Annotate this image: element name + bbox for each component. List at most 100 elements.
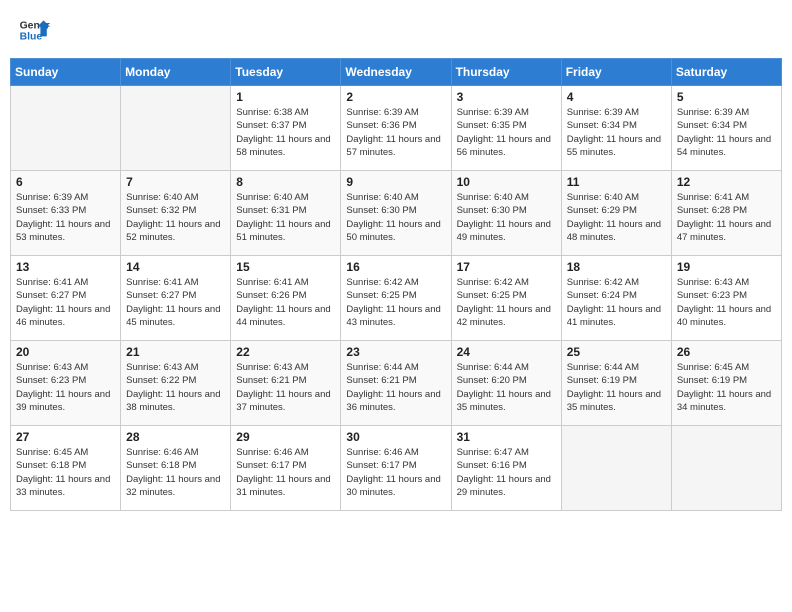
day-info: Sunrise: 6:39 AM Sunset: 6:36 PM Dayligh… xyxy=(346,106,445,159)
calendar-cell: 24 Sunrise: 6:44 AM Sunset: 6:20 PM Dayli… xyxy=(451,341,561,426)
day-info: Sunrise: 6:41 AM Sunset: 6:28 PM Dayligh… xyxy=(677,191,776,244)
day-info: Sunrise: 6:45 AM Sunset: 6:18 PM Dayligh… xyxy=(16,446,115,499)
day-number: 1 xyxy=(236,90,335,104)
calendar-body: 1 Sunrise: 6:38 AM Sunset: 6:37 PM Daylig… xyxy=(11,86,782,511)
day-info: Sunrise: 6:41 AM Sunset: 6:27 PM Dayligh… xyxy=(126,276,225,329)
day-number: 27 xyxy=(16,430,115,444)
day-number: 10 xyxy=(457,175,556,189)
weekday-header-row: SundayMondayTuesdayWednesdayThursdayFrid… xyxy=(11,59,782,86)
calendar-cell: 6 Sunrise: 6:39 AM Sunset: 6:33 PM Daylig… xyxy=(11,171,121,256)
day-number: 20 xyxy=(16,345,115,359)
day-info: Sunrise: 6:43 AM Sunset: 6:22 PM Dayligh… xyxy=(126,361,225,414)
day-info: Sunrise: 6:42 AM Sunset: 6:25 PM Dayligh… xyxy=(346,276,445,329)
day-number: 30 xyxy=(346,430,445,444)
day-number: 18 xyxy=(567,260,666,274)
day-info: Sunrise: 6:46 AM Sunset: 6:17 PM Dayligh… xyxy=(346,446,445,499)
svg-text:Blue: Blue xyxy=(20,32,43,43)
page-header: General Blue xyxy=(10,10,782,50)
calendar-cell: 1 Sunrise: 6:38 AM Sunset: 6:37 PM Daylig… xyxy=(231,86,341,171)
day-number: 2 xyxy=(346,90,445,104)
day-info: Sunrise: 6:40 AM Sunset: 6:31 PM Dayligh… xyxy=(236,191,335,244)
day-number: 21 xyxy=(126,345,225,359)
calendar-cell xyxy=(671,426,781,511)
calendar-cell: 3 Sunrise: 6:39 AM Sunset: 6:35 PM Daylig… xyxy=(451,86,561,171)
day-number: 17 xyxy=(457,260,556,274)
calendar-cell: 8 Sunrise: 6:40 AM Sunset: 6:31 PM Daylig… xyxy=(231,171,341,256)
calendar-cell: 27 Sunrise: 6:45 AM Sunset: 6:18 PM Dayli… xyxy=(11,426,121,511)
day-info: Sunrise: 6:42 AM Sunset: 6:24 PM Dayligh… xyxy=(567,276,666,329)
day-info: Sunrise: 6:46 AM Sunset: 6:18 PM Dayligh… xyxy=(126,446,225,499)
day-info: Sunrise: 6:44 AM Sunset: 6:19 PM Dayligh… xyxy=(567,361,666,414)
day-number: 28 xyxy=(126,430,225,444)
day-number: 9 xyxy=(346,175,445,189)
day-info: Sunrise: 6:42 AM Sunset: 6:25 PM Dayligh… xyxy=(457,276,556,329)
calendar-cell: 9 Sunrise: 6:40 AM Sunset: 6:30 PM Daylig… xyxy=(341,171,451,256)
day-number: 5 xyxy=(677,90,776,104)
day-number: 25 xyxy=(567,345,666,359)
logo-icon: General Blue xyxy=(18,14,50,46)
calendar-cell: 16Sunrise: 6:42 AM Sunset: 6:25 PM Dayli… xyxy=(341,256,451,341)
day-number: 31 xyxy=(457,430,556,444)
calendar-cell: 31 Sunrise: 6:47 AM Sunset: 6:16 PM Dayli… xyxy=(451,426,561,511)
day-info: Sunrise: 6:44 AM Sunset: 6:20 PM Dayligh… xyxy=(457,361,556,414)
calendar-cell: 5Sunrise: 6:39 AM Sunset: 6:34 PM Daylig… xyxy=(671,86,781,171)
calendar-cell: 28 Sunrise: 6:46 AM Sunset: 6:18 PM Dayli… xyxy=(121,426,231,511)
day-info: Sunrise: 6:39 AM Sunset: 6:35 PM Dayligh… xyxy=(457,106,556,159)
day-info: Sunrise: 6:40 AM Sunset: 6:32 PM Dayligh… xyxy=(126,191,225,244)
calendar-cell: 2 Sunrise: 6:39 AM Sunset: 6:36 PM Daylig… xyxy=(341,86,451,171)
calendar-cell: 11 Sunrise: 6:40 AM Sunset: 6:29 PM Dayli… xyxy=(561,171,671,256)
calendar-table: SundayMondayTuesdayWednesdayThursdayFrid… xyxy=(10,58,782,511)
calendar-cell: 21 Sunrise: 6:43 AM Sunset: 6:22 PM Dayli… xyxy=(121,341,231,426)
day-number: 26 xyxy=(677,345,776,359)
calendar-cell xyxy=(561,426,671,511)
weekday-header-cell: Wednesday xyxy=(341,59,451,86)
calendar-cell: 10 Sunrise: 6:40 AM Sunset: 6:30 PM Dayli… xyxy=(451,171,561,256)
day-number: 13 xyxy=(16,260,115,274)
weekday-header-cell: Friday xyxy=(561,59,671,86)
weekday-header-cell: Sunday xyxy=(11,59,121,86)
calendar-cell xyxy=(11,86,121,171)
calendar-week-row: 6 Sunrise: 6:39 AM Sunset: 6:33 PM Daylig… xyxy=(11,171,782,256)
weekday-header-cell: Monday xyxy=(121,59,231,86)
calendar-cell: 14Sunrise: 6:41 AM Sunset: 6:27 PM Dayli… xyxy=(121,256,231,341)
day-number: 11 xyxy=(567,175,666,189)
weekday-header-cell: Saturday xyxy=(671,59,781,86)
day-info: Sunrise: 6:40 AM Sunset: 6:30 PM Dayligh… xyxy=(346,191,445,244)
day-info: Sunrise: 6:40 AM Sunset: 6:29 PM Dayligh… xyxy=(567,191,666,244)
day-info: Sunrise: 6:43 AM Sunset: 6:21 PM Dayligh… xyxy=(236,361,335,414)
day-info: Sunrise: 6:40 AM Sunset: 6:30 PM Dayligh… xyxy=(457,191,556,244)
day-info: Sunrise: 6:46 AM Sunset: 6:17 PM Dayligh… xyxy=(236,446,335,499)
calendar-cell: 17 Sunrise: 6:42 AM Sunset: 6:25 PM Dayli… xyxy=(451,256,561,341)
day-info: Sunrise: 6:38 AM Sunset: 6:37 PM Dayligh… xyxy=(236,106,335,159)
day-number: 29 xyxy=(236,430,335,444)
day-number: 7 xyxy=(126,175,225,189)
day-number: 4 xyxy=(567,90,666,104)
day-number: 23 xyxy=(346,345,445,359)
calendar-cell: 30 Sunrise: 6:46 AM Sunset: 6:17 PM Dayli… xyxy=(341,426,451,511)
calendar-cell: 18 Sunrise: 6:42 AM Sunset: 6:24 PM Dayli… xyxy=(561,256,671,341)
calendar-cell: 23 Sunrise: 6:44 AM Sunset: 6:21 PM Dayli… xyxy=(341,341,451,426)
calendar-cell: 7 Sunrise: 6:40 AM Sunset: 6:32 PM Daylig… xyxy=(121,171,231,256)
day-number: 3 xyxy=(457,90,556,104)
day-info: Sunrise: 6:39 AM Sunset: 6:33 PM Dayligh… xyxy=(16,191,115,244)
day-info: Sunrise: 6:47 AM Sunset: 6:16 PM Dayligh… xyxy=(457,446,556,499)
day-info: Sunrise: 6:41 AM Sunset: 6:27 PM Dayligh… xyxy=(16,276,115,329)
day-number: 8 xyxy=(236,175,335,189)
calendar-cell: 29 Sunrise: 6:46 AM Sunset: 6:17 PM Dayli… xyxy=(231,426,341,511)
weekday-header-cell: Thursday xyxy=(451,59,561,86)
calendar-cell xyxy=(121,86,231,171)
day-info: Sunrise: 6:43 AM Sunset: 6:23 PM Dayligh… xyxy=(16,361,115,414)
day-number: 19 xyxy=(677,260,776,274)
day-number: 24 xyxy=(457,345,556,359)
calendar-cell: 20 Sunrise: 6:43 AM Sunset: 6:23 PM Dayli… xyxy=(11,341,121,426)
calendar-week-row: 27 Sunrise: 6:45 AM Sunset: 6:18 PM Dayli… xyxy=(11,426,782,511)
calendar-week-row: 13 Sunrise: 6:41 AM Sunset: 6:27 PM Dayli… xyxy=(11,256,782,341)
day-number: 22 xyxy=(236,345,335,359)
day-number: 15 xyxy=(236,260,335,274)
calendar-week-row: 1 Sunrise: 6:38 AM Sunset: 6:37 PM Daylig… xyxy=(11,86,782,171)
day-number: 12 xyxy=(677,175,776,189)
day-info: Sunrise: 6:45 AM Sunset: 6:19 PM Dayligh… xyxy=(677,361,776,414)
day-number: 6 xyxy=(16,175,115,189)
calendar-cell: 12 Sunrise: 6:41 AM Sunset: 6:28 PM Dayli… xyxy=(671,171,781,256)
day-info: Sunrise: 6:44 AM Sunset: 6:21 PM Dayligh… xyxy=(346,361,445,414)
